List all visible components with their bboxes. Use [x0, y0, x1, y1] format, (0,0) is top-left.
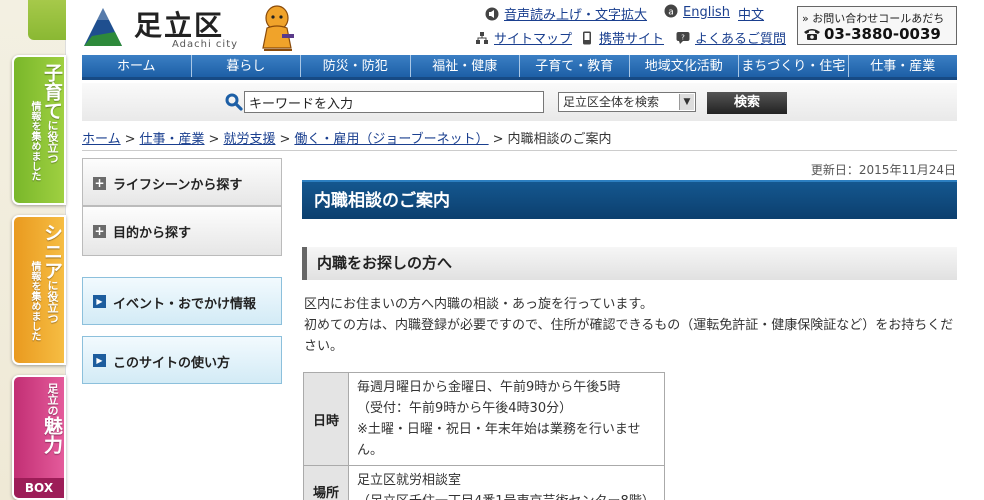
nav-bousai[interactable]: 防災・防犯	[301, 55, 411, 77]
search-input[interactable]	[244, 91, 544, 113]
mascot-icon	[262, 5, 294, 51]
sidebar-event-label: イベント・おでかけ情報	[113, 297, 257, 312]
nav-machizukuri[interactable]: まちづくり・住宅	[739, 55, 849, 77]
miryoku-banner[interactable]: 足立の魅力 BOX	[12, 375, 66, 500]
table-header-cell: 場所	[303, 465, 349, 500]
divider	[82, 150, 957, 151]
nav-fukushi[interactable]: 福祉・健康	[411, 55, 520, 77]
nav-chiiki[interactable]: 地域文化活動	[630, 55, 739, 77]
svg-text:a: a	[668, 8, 674, 18]
adachi-logo-icon	[84, 8, 122, 46]
senior-suffix: に役立つ	[46, 280, 59, 324]
call-center-label: お問い合わせコールあだち	[812, 12, 945, 25]
sidebar-life-label: ライフシーンから探す	[113, 178, 243, 193]
breadcrumb-shuro[interactable]: 就労支援	[223, 132, 275, 147]
senior-title: シニア	[41, 223, 63, 280]
utility-links: 音声読み上げ・文字拡大 a English 中文 サイトマップ 携帯サイト ? よく…	[470, 4, 790, 47]
senior-banner[interactable]: シニアに役立つ 情報を集めました	[12, 215, 66, 365]
chevron-down-icon: ▼	[679, 94, 694, 110]
table-row: 日時 毎週月曜日から金曜日、午前9時から午後5時 （受付：午前9時から午後4時3…	[303, 372, 665, 466]
faq-bubble-icon: ?	[676, 32, 690, 44]
logo-name: 足立区	[134, 9, 225, 42]
senior-sub: 情報を集めました	[29, 261, 40, 341]
logo-roman: Adachi city	[172, 39, 239, 50]
kosodate-suffix: に役立つ	[46, 120, 59, 164]
side-banner-column: 子育てに役立つ 情報を集めました シニアに役立つ 情報を集めました 足立の魅力 …	[0, 0, 66, 500]
body-text: 区内にお住まいの方へ内職の相談・あっ旋を行っています。 初めての方は、内職登録が…	[304, 294, 959, 357]
sidebar-event[interactable]: ▶ イベント・おでかけ情報	[82, 277, 282, 325]
section-heading: 内職をお探しの方へ	[302, 247, 957, 280]
chinese-link[interactable]: 中文	[738, 4, 764, 23]
miryoku-title: 魅力	[41, 416, 63, 454]
chevron-right-icon: ▶	[93, 295, 106, 308]
sitemap-icon	[476, 32, 488, 44]
search-icon	[225, 93, 243, 111]
search-scope-select[interactable]: 足立区全体を検索 ▼	[558, 92, 696, 112]
kosodate-title: 子育て	[41, 63, 63, 120]
english-link[interactable]: a English	[664, 4, 730, 20]
faq-link[interactable]: ? よくあるご質問	[676, 28, 786, 47]
global-nav: ホーム 暮らし 防災・防犯 福祉・健康 子育て・教育 地域文化活動 まちづくり・…	[82, 55, 957, 80]
sidebar-purpose-label: 目的から探す	[113, 226, 192, 241]
search-button[interactable]: 検索	[707, 92, 787, 114]
nav-kosodate[interactable]: 子育て・教育	[520, 55, 630, 77]
paragraph: 区内にお住まいの方へ内職の相談・あっ旋を行っています。	[304, 297, 654, 312]
breadcrumb: ホーム > 仕事・産業 > 就労支援 > 働く・雇用（ジョーブーネット） > 内職相談のご案内	[82, 132, 612, 147]
plus-icon: +	[93, 224, 106, 238]
call-center-box[interactable]: » お問い合わせコールあだち 03-3880-0039	[797, 6, 957, 45]
telephone-icon	[804, 29, 820, 40]
call-center-tel: 03-3880-0039	[824, 25, 941, 43]
sidebar-howto[interactable]: ▶ このサイトの使い方	[82, 336, 282, 384]
info-table: 日時 毎週月曜日から金曜日、午前9時から午後5時 （受付：午前9時から午後4時3…	[303, 372, 665, 500]
sitemap-link[interactable]: サイトマップ	[475, 28, 572, 47]
nav-kurashi[interactable]: 暮らし	[192, 55, 301, 77]
sidebar-purpose[interactable]: + 目的から探す	[82, 206, 282, 256]
table-header-cell: 日時	[303, 372, 349, 466]
svg-text:?: ?	[681, 34, 685, 42]
page-title: 内職相談のご案内	[302, 180, 957, 219]
kosodate-sub: 情報を集めました	[29, 101, 40, 181]
miryoku-box-label: BOX	[14, 478, 64, 498]
search-scope-value: 足立区全体を検索	[563, 95, 660, 109]
language-icon: a	[664, 4, 678, 18]
speech-link[interactable]: 音声読み上げ・文字拡大	[485, 4, 647, 23]
banner-edge	[28, 0, 66, 40]
mobile-site-link[interactable]: 携帯サイト	[580, 28, 664, 47]
nav-shigoto[interactable]: 仕事・産業	[849, 55, 958, 77]
paragraph: 初めての方は、内職登録が必要ですので、住所が確認できるもの（運転免許証・健康保険…	[304, 318, 954, 354]
sidebar-life-scene[interactable]: + ライフシーンから探す	[82, 158, 282, 206]
table-cell: 足立区就労相談室 （足立区千住一丁目4番1号東京芸術センター8階）	[348, 465, 665, 500]
table-row: 場所 足立区就労相談室 （足立区千住一丁目4番1号東京芸術センター8階）	[303, 465, 665, 500]
miryoku-top: 足立の	[46, 383, 59, 416]
plus-icon: +	[93, 176, 106, 190]
kosodate-banner[interactable]: 子育てに役立つ 情報を集めました	[12, 55, 66, 205]
breadcrumb-shigoto[interactable]: 仕事・産業	[140, 132, 205, 147]
breadcrumb-hataraku[interactable]: 働く・雇用（ジョーブーネット）	[294, 132, 488, 147]
speaker-icon	[485, 7, 499, 21]
breadcrumb-home[interactable]: ホーム	[82, 132, 121, 147]
sidebar-howto-label: このサイトの使い方	[113, 356, 231, 371]
mobile-phone-icon	[583, 31, 591, 45]
nav-home[interactable]: ホーム	[82, 55, 192, 77]
breadcrumb-current: 内職相談のご案内	[507, 132, 612, 147]
chevron-right-icon: ▶	[93, 354, 106, 367]
search-bar: 足立区全体を検索 ▼ 検索	[82, 83, 957, 121]
table-cell: 毎週月曜日から金曜日、午前9時から午後5時 （受付：午前9時から午後4時30分）…	[348, 372, 665, 466]
updated-date: 更新日：2015年11月24日	[810, 163, 956, 177]
site-logo[interactable]: 足立区 Adachi city	[82, 4, 297, 54]
